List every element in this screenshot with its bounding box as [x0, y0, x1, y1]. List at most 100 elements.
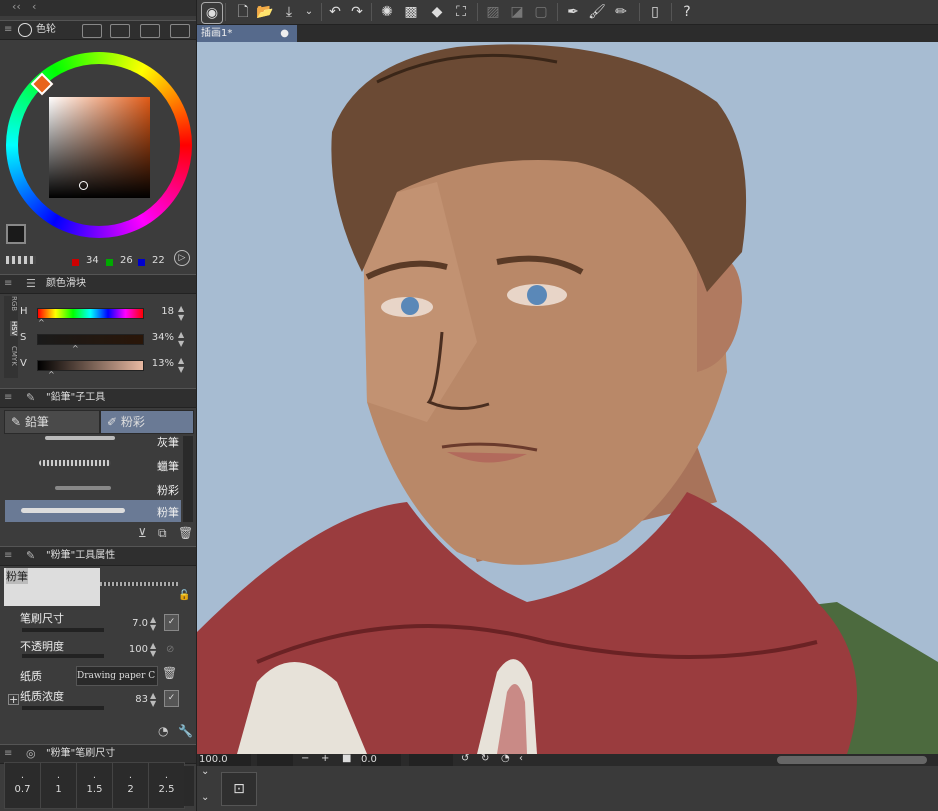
horizontal-scrollbar[interactable] — [777, 756, 927, 764]
chevron-down-icon[interactable]: ⌄ — [201, 792, 209, 803]
brush-size-cell[interactable]: · 1 — [40, 762, 77, 809]
brush-size-slider[interactable] — [22, 628, 104, 632]
s-slider[interactable] — [37, 334, 144, 345]
brush-size-scrollbar[interactable] — [184, 766, 194, 806]
color-wheel-tab-label[interactable]: 色轮 — [36, 21, 56, 39]
settings-wrench-icon[interactable]: 🔧 — [178, 724, 193, 738]
brush-size-cell[interactable]: · 0.7 — [4, 762, 41, 809]
snap-icon[interactable]: ◪ — [507, 2, 527, 22]
brush-size-cell[interactable]: · 1.5 — [76, 762, 113, 809]
main-color-swatch[interactable] — [6, 224, 26, 244]
drawing-canvas[interactable] — [197, 42, 938, 754]
zoom-in-icon[interactable]: + — [321, 753, 329, 764]
brush-size-cell[interactable]: · 2.5 — [148, 762, 185, 809]
zoom-field[interactable]: 100.0 — [199, 754, 251, 766]
menu-grip-icon[interactable]: ≡ — [4, 547, 12, 565]
copy-subtool-icon[interactable]: ⊻ — [138, 526, 147, 540]
transparent-color-swatch[interactable] — [6, 256, 36, 264]
pen-icon[interactable]: ✒ — [563, 2, 583, 22]
rotate-right-icon[interactable]: ↻ — [481, 753, 489, 764]
delete-paper-icon[interactable]: 🗑 — [162, 666, 177, 680]
brush-size-spinner[interactable]: ▲ ▼ — [150, 616, 156, 632]
ruler-icon[interactable]: ✏ — [611, 2, 631, 22]
redo-icon[interactable]: ↷ — [347, 2, 367, 22]
mode-cmyk-tab[interactable]: CMYK — [10, 346, 18, 366]
paper-texture-select[interactable]: Drawing paper C — [76, 666, 158, 686]
delete-subtool-icon[interactable]: 🗑 — [178, 526, 193, 540]
menu-grip-icon[interactable]: ≡ — [4, 745, 12, 763]
sv-handle[interactable] — [79, 181, 88, 190]
s-slider-handle[interactable]: ^ — [72, 344, 79, 353]
menu-grip-icon[interactable]: ≡ — [4, 21, 12, 39]
collapse-left-icon[interactable]: ‹‹ — [12, 0, 21, 13]
mode-hsv-tab[interactable]: HSV — [10, 321, 18, 336]
expand-icon[interactable]: + — [8, 694, 19, 705]
paper-density-pressure-button[interactable]: ✓ — [164, 690, 179, 707]
paper-density-slider[interactable] — [22, 706, 104, 710]
reset-icon[interactable]: ◔ — [158, 724, 168, 738]
brush-item[interactable]: 灰筆 — [5, 434, 181, 448]
h-slider[interactable] — [37, 308, 144, 319]
app-logo-icon[interactable]: ◉ — [201, 2, 223, 24]
h-spinner[interactable]: ▲ ▼ — [178, 304, 188, 322]
navigator-icon[interactable]: ⊡ — [221, 772, 257, 806]
v-value[interactable]: 13% — [146, 358, 174, 369]
reset-rotation-icon[interactable]: ◔ — [501, 753, 510, 764]
fill-bucket-icon[interactable]: ◆ — [427, 2, 447, 22]
menu-grip-icon[interactable]: ≡ — [4, 389, 12, 407]
grid-icon[interactable]: ▨ — [483, 2, 503, 22]
zoom-out-icon[interactable]: − — [301, 753, 309, 764]
undo-icon[interactable]: ↶ — [325, 2, 345, 22]
brush-size-value[interactable]: 7.0 — [118, 618, 148, 629]
s-value[interactable]: 34% — [146, 332, 174, 343]
rotate-left-icon[interactable]: ↺ — [461, 753, 469, 764]
paper-density-value[interactable]: 83 — [118, 694, 148, 705]
open-file-icon[interactable]: 📂 — [255, 2, 275, 22]
v-slider-handle[interactable]: ^ — [48, 370, 55, 379]
play-icon[interactable]: ▷ — [174, 250, 190, 266]
color-set-tab-icon[interactable] — [82, 24, 102, 38]
new-file-icon[interactable]: 🗋 — [233, 2, 253, 22]
h-slider-handle[interactable]: ^ — [38, 318, 45, 327]
mode-rgb-tab[interactable]: RGB — [10, 296, 18, 311]
saturation-value-square[interactable] — [49, 97, 150, 198]
color-history-tab-icon[interactable] — [170, 24, 190, 38]
help-icon[interactable]: ? — [677, 2, 697, 22]
brush-item-selected[interactable]: 粉筆 — [5, 500, 181, 522]
brush-size-cell[interactable]: · 2 — [112, 762, 149, 809]
collapse-icon[interactable]: ‹ — [32, 0, 36, 13]
subtool-group-pencil[interactable]: ✎ 鉛筆 — [4, 410, 100, 434]
chevron-left-icon[interactable]: ‹ — [519, 753, 523, 764]
lock-icon[interactable]: 🔓 — [178, 590, 190, 601]
intermediate-color-tab-icon[interactable] — [110, 24, 130, 38]
subtool-scrollbar[interactable] — [183, 436, 193, 522]
color-wheel-tab-icon[interactable] — [18, 23, 32, 37]
transform-icon[interactable]: ⛶ — [451, 2, 471, 22]
brush-item[interactable]: 蠟筆 — [5, 454, 181, 476]
opacity-value[interactable]: 100 — [118, 644, 148, 655]
s-spinner[interactable]: ▲ ▼ — [178, 330, 188, 348]
brush-icon[interactable]: 🖌 — [587, 2, 607, 22]
brush-item[interactable]: 粉彩 — [5, 478, 181, 500]
approx-color-tab-icon[interactable] — [140, 24, 160, 38]
close-tab-icon[interactable]: ● — [280, 25, 289, 42]
save-icon[interactable]: ⤓ — [279, 2, 299, 22]
chevron-down-icon[interactable]: ⌄ — [299, 2, 319, 22]
angle-preset[interactable] — [409, 754, 453, 766]
document-tab[interactable]: 插画1* ● — [197, 25, 297, 42]
v-spinner[interactable]: ▲ ▼ — [178, 356, 188, 374]
h-value[interactable]: 18 — [146, 306, 174, 317]
zoom-preset[interactable] — [257, 754, 293, 766]
selection-icon[interactable]: ▢ — [531, 2, 551, 22]
opacity-spinner[interactable]: ▲ ▼ — [150, 642, 156, 658]
phone-icon[interactable]: ▯ — [645, 2, 665, 22]
fill-icon[interactable]: ▩ — [401, 2, 421, 22]
brush-size-pressure-button[interactable]: ✓ — [164, 614, 179, 631]
chevron-down-icon[interactable]: ⌄ — [201, 766, 209, 777]
duplicate-subtool-icon[interactable]: ⧉ — [158, 526, 167, 541]
paper-density-spinner[interactable]: ▲ ▼ — [150, 692, 156, 708]
opacity-slider[interactable] — [22, 654, 104, 658]
menu-grip-icon[interactable]: ≡ — [4, 275, 12, 293]
loading-icon[interactable]: ✺ — [377, 2, 397, 22]
angle-field[interactable]: 0.0 — [361, 754, 401, 766]
